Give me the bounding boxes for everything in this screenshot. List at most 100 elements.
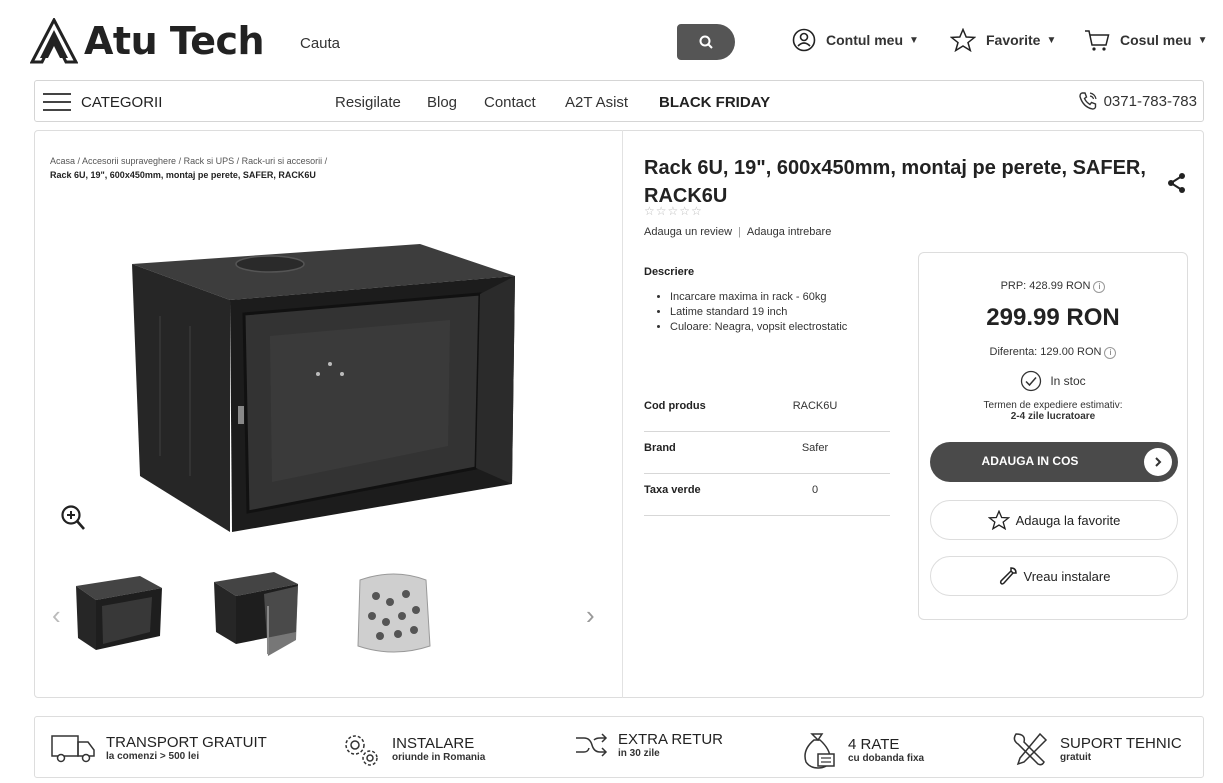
- add-to-cart-button[interactable]: ADAUGA IN COS: [930, 442, 1178, 482]
- price-difference: Diferenta: 129.00 RON i: [918, 346, 1188, 359]
- phone-contact[interactable]: 0371-783-783: [1078, 91, 1197, 111]
- feature-title: 4 RATE: [848, 735, 900, 753]
- spec-key: Taxa verde: [644, 484, 701, 496]
- account-label: Contul meu: [826, 32, 903, 48]
- spec-key: Brand: [644, 442, 676, 454]
- thumbnail-1[interactable]: [70, 566, 164, 660]
- site-header: Atu Tech Contul meu ▼ Favorite ▼ Cosul m…: [0, 0, 1223, 78]
- gallery-prev-arrow[interactable]: ‹: [52, 600, 61, 631]
- search-icon: [699, 35, 713, 49]
- prp-price: PRP: 428.99 RON i: [918, 280, 1188, 293]
- gallery-next-arrow[interactable]: ›: [586, 600, 595, 631]
- spec-value: Safer: [801, 442, 829, 454]
- spec-row: Brand Safer: [644, 440, 890, 474]
- chevron-right-icon: [1144, 448, 1172, 476]
- nav-link-contact[interactable]: Contact: [484, 94, 536, 111]
- spec-value: RACK6U: [792, 400, 838, 412]
- description-item: Latime standard 19 inch: [670, 305, 847, 320]
- chevron-down-icon: ▼: [909, 34, 919, 46]
- stock-text: In stoc: [1050, 374, 1086, 388]
- feature-title: SUPORT TEHNIC: [1060, 734, 1182, 752]
- feature-subtitle: cu dobanda fixa: [848, 752, 925, 764]
- product-main-image[interactable]: [120, 236, 540, 536]
- cart-icon: [1085, 30, 1110, 51]
- want-installation-button[interactable]: Vreau instalare: [930, 556, 1178, 596]
- difference-text: Diferenta: 129.00 RON: [989, 346, 1102, 358]
- cart-link[interactable]: Cosul meu ▼: [1084, 28, 1207, 52]
- account-link[interactable]: Contul meu ▼: [792, 28, 919, 52]
- feature-item: EXTRA RETUR in 30 zile: [574, 730, 723, 760]
- description-item: Incarcare maxima in rack - 60kg: [670, 290, 847, 305]
- logo-icon: [30, 18, 78, 64]
- feature-subtitle: gratuit: [1060, 751, 1092, 763]
- add-question-link[interactable]: Adauga intrebare: [747, 226, 831, 238]
- add-to-cart-label: ADAUGA IN COS: [981, 454, 1079, 468]
- breadcrumb-current: Rack 6U, 19", 600x450mm, montaj pe peret…: [50, 170, 316, 180]
- feature-item: 4 RATE cu dobanda fixa: [798, 730, 924, 770]
- favorites-label: Favorite: [986, 32, 1041, 48]
- menu-icon[interactable]: [43, 93, 71, 111]
- thumbnail-2[interactable]: [208, 566, 302, 660]
- cart-label: Cosul meu: [1120, 32, 1192, 48]
- feature-subtitle: la comenzi > 500 lei: [106, 750, 200, 762]
- tools-icon: [1013, 732, 1048, 766]
- nav-link-resigilate[interactable]: Resigilate: [335, 94, 401, 111]
- shipping-estimate: Termen de expediere estimativ: 2-4 zile …: [918, 400, 1188, 422]
- spec-key: Cod produs: [644, 400, 706, 412]
- logo-text: Atu Tech: [84, 19, 265, 63]
- current-price: 299.99 RON: [986, 304, 1120, 331]
- description-item: Culoare: Neagra, vopsit electrostatic: [670, 320, 847, 335]
- feature-title: INSTALARE: [392, 734, 475, 752]
- site-logo[interactable]: Atu Tech: [30, 18, 265, 64]
- check-circle-icon: [1021, 370, 1042, 392]
- shipping-label: Termen de expediere estimativ:: [983, 400, 1123, 411]
- product-title: Rack 6U, 19", 600x450mm, montaj pe peret…: [644, 157, 1146, 207]
- phone-number: 0371-783-783: [1103, 92, 1197, 110]
- feature-item: SUPORT TEHNIC gratuit: [1010, 730, 1182, 768]
- nav-link-black-friday[interactable]: BLACK FRIDAY: [659, 94, 770, 111]
- description-title: Descriere: [644, 266, 695, 278]
- truck-icon: [51, 735, 95, 763]
- feature-title: TRANSPORT GRATUIT: [106, 733, 267, 751]
- share-icon[interactable]: [1166, 172, 1188, 199]
- search-input[interactable]: [300, 26, 680, 60]
- prp-text: PRP: 428.99 RON: [1000, 280, 1091, 292]
- feature-item: TRANSPORT GRATUIT la comenzi > 500 lei: [50, 730, 267, 766]
- search-button[interactable]: [677, 24, 735, 60]
- breadcrumb: Acasa / Accesorii supraveghere / Rack si…: [50, 154, 410, 182]
- star-icon: [950, 28, 976, 52]
- add-to-favorites-label: Adauga la favorite: [1015, 512, 1121, 528]
- rating-stars: ☆☆☆☆☆: [644, 204, 703, 218]
- star-icon: [987, 510, 1010, 530]
- chevron-down-icon: ▼: [1046, 34, 1057, 46]
- shipping-value: 2-4 zile lucratoare: [1010, 411, 1096, 422]
- phone-icon: [1078, 92, 1097, 110]
- info-icon[interactable]: i: [1093, 281, 1106, 293]
- info-icon[interactable]: i: [1104, 347, 1117, 359]
- main-navbar: CATEGORII Resigilate Blog Contact A2T As…: [34, 80, 1204, 122]
- link-separator: |: [738, 226, 741, 238]
- feature-item: INSTALARE oriunde in Romania: [340, 730, 485, 768]
- shuffle-icon: [576, 733, 608, 757]
- review-links: Adauga un review | Adauga intrebare: [644, 226, 831, 238]
- stock-status: In stoc: [918, 370, 1188, 392]
- feature-subtitle: in 30 zile: [618, 747, 660, 759]
- nav-link-blog[interactable]: Blog: [427, 94, 457, 111]
- add-to-favorites-button[interactable]: Adauga la favorite: [930, 500, 1178, 540]
- column-divider: [622, 130, 623, 698]
- nav-link-a2t-asist[interactable]: A2T Asist: [565, 94, 628, 111]
- wrench-icon: [999, 567, 1017, 585]
- zoom-icon[interactable]: [60, 504, 86, 537]
- feature-subtitle: oriunde in Romania: [392, 751, 486, 763]
- breadcrumb-path[interactable]: Acasa / Accesorii supraveghere / Rack si…: [50, 154, 410, 168]
- feature-title: EXTRA RETUR: [618, 730, 724, 748]
- categories-label[interactable]: CATEGORII: [81, 94, 162, 111]
- thumbnail-3[interactable]: [346, 566, 440, 660]
- want-installation-label: Vreau instalare: [1023, 568, 1111, 584]
- spec-row: Cod produs RACK6U: [644, 398, 890, 432]
- user-icon: [792, 28, 816, 52]
- description-list: Incarcare maxima in rack - 60kg Latime s…: [670, 290, 847, 335]
- favorites-link[interactable]: Favorite ▼: [950, 28, 1056, 52]
- add-review-link[interactable]: Adauga un review: [644, 226, 732, 238]
- spec-row: Taxa verde 0: [644, 482, 890, 516]
